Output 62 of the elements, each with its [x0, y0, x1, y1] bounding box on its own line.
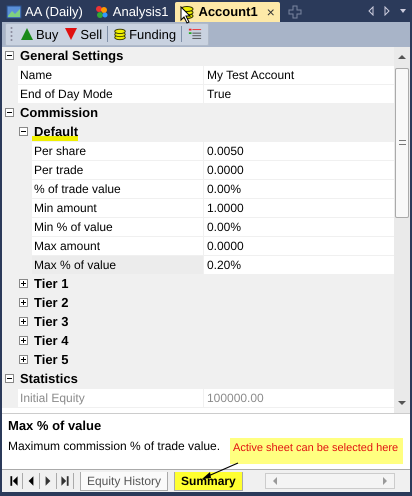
- new-tab-icon[interactable]: [288, 4, 302, 19]
- property-value[interactable]: 0.00%: [204, 218, 394, 236]
- category-label: Tier 4: [33, 332, 68, 350]
- down-triangle-icon: [64, 27, 78, 42]
- property-value[interactable]: 1.0000: [204, 198, 394, 217]
- expander-toggle[interactable]: [5, 108, 14, 118]
- coin-stack-icon: [113, 27, 128, 42]
- sheet-tab[interactable]: Equity History: [80, 472, 168, 491]
- toolbar-grip-icon[interactable]: [10, 26, 13, 42]
- property-value[interactable]: 0.0000: [204, 160, 394, 179]
- category-label: Tier 3: [33, 313, 68, 331]
- expander-toggle[interactable]: [5, 374, 14, 384]
- toolbar-button[interactable]: Funding: [110, 24, 180, 44]
- toolbar-button[interactable]: Buy: [17, 24, 62, 44]
- property-name[interactable]: Per trade: [32, 160, 204, 179]
- sheet-tab[interactable]: Summary: [174, 472, 243, 491]
- property-value[interactable]: 0.0000: [204, 236, 394, 255]
- expander-toggle[interactable]: [19, 279, 28, 288]
- property-name[interactable]: Max % of value: [32, 256, 204, 274]
- property-value[interactable]: My Test Account: [204, 66, 394, 84]
- mouse-pointer-icon: [180, 6, 192, 24]
- property-value[interactable]: 0.20%: [204, 256, 394, 274]
- property-value[interactable]: 0.0050: [204, 142, 394, 160]
- category-label: Tier 5: [33, 351, 68, 369]
- scrollbar-thumb[interactable]: [395, 68, 409, 218]
- up-triangle-icon: [20, 27, 34, 42]
- scroll-left-icon[interactable]: [367, 6, 375, 16]
- property-value[interactable]: True: [204, 84, 394, 103]
- chart-picture-icon: [6, 4, 22, 20]
- scroll-right-icon[interactable]: [383, 6, 391, 16]
- category-label: Statistics: [19, 370, 78, 388]
- description-title: Max % of value: [8, 418, 102, 434]
- property-name[interactable]: End of Day Mode: [18, 84, 204, 103]
- document-tab[interactable]: AA (Daily): [2, 2, 88, 22]
- category-label: Tier 1: [33, 275, 68, 293]
- vertical-scrollbar[interactable]: [394, 46, 410, 414]
- scroll-up-icon[interactable]: [398, 54, 406, 59]
- description-text: Maximum commission % of trade value.: [8, 439, 220, 454]
- category-label: Tier 2: [33, 294, 68, 312]
- colored-dots-icon: [94, 4, 110, 20]
- property-name[interactable]: Min amount: [32, 198, 204, 217]
- expander-toggle[interactable]: [19, 317, 28, 326]
- property-name[interactable]: Per share: [32, 142, 204, 160]
- document-tab[interactable]: Analysis1: [90, 2, 174, 22]
- property-name[interactable]: % of trade value: [32, 180, 204, 198]
- expander-toggle[interactable]: [19, 355, 28, 364]
- property-name[interactable]: Max amount: [32, 236, 204, 255]
- expander-toggle[interactable]: [19, 127, 28, 136]
- expander-toggle[interactable]: [5, 51, 14, 60]
- property-name[interactable]: Name: [18, 66, 204, 84]
- expander-toggle[interactable]: [19, 298, 28, 308]
- expander-toggle[interactable]: [19, 336, 28, 346]
- property-name[interactable]: Min % of value: [32, 218, 204, 236]
- annotation-callout: Active sheet can be selected here: [230, 438, 403, 464]
- document-tab[interactable]: Account1 ×: [175, 2, 280, 22]
- category-label: General Settings: [19, 47, 124, 65]
- category-label: Commission: [19, 104, 98, 122]
- list-icon[interactable]: [188, 27, 202, 42]
- property-value[interactable]: 0.00%: [204, 180, 394, 198]
- close-tab-button[interactable]: ×: [266, 4, 275, 20]
- scroll-down-icon[interactable]: [398, 401, 406, 406]
- toolbar-button[interactable]: Sell: [61, 24, 106, 44]
